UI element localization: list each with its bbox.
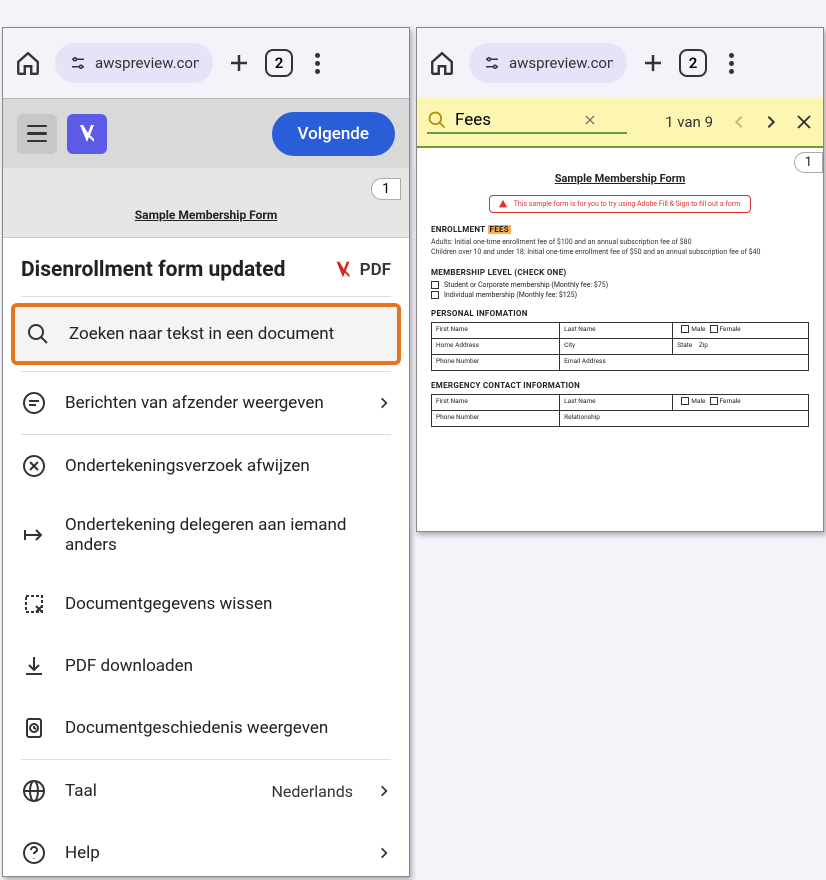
tab-switcher[interactable]: 2 (679, 49, 707, 77)
pdf-tag: PDF (332, 259, 391, 281)
globe-icon (21, 778, 47, 804)
menu-sender-messages[interactable]: Berichten van afzender weergeven (3, 372, 409, 434)
new-tab-icon[interactable] (641, 51, 665, 75)
document-title-preview: Sample Membership Form (135, 208, 277, 222)
browser-menu-icon[interactable] (721, 53, 741, 74)
home-icon[interactable] (429, 50, 455, 76)
membership-option-1: Student or Corporate membership (Monthly… (431, 281, 809, 289)
menu-clear-data[interactable]: Documentgegevens wissen (3, 573, 409, 635)
message-icon (21, 390, 47, 416)
membership-level-heading: MEMBERSHIP LEVEL (CHECK ONE) (431, 268, 809, 277)
menu-reject-signing[interactable]: Ondertekeningsverzoek afwijzen (3, 435, 409, 497)
chevron-right-icon (377, 396, 391, 410)
menu-language[interactable]: Taal Nederlands (3, 760, 409, 822)
options-sheet: Disenrollment form updated PDF Zoeken na… (3, 238, 409, 877)
url-text: awspreview.com (95, 54, 199, 72)
new-tab-icon[interactable] (227, 51, 251, 75)
personal-info-heading: PERSONAL INFOMATION (431, 309, 809, 318)
find-result-count: 1 van 9 (665, 113, 713, 131)
menu-help[interactable]: Help (3, 822, 409, 877)
menu-document-history[interactable]: Documentgeschiedenis weergeven (3, 697, 409, 759)
personal-info-table: First Name Last Name MaleFemale Home Add… (431, 322, 809, 371)
browser-menu-icon[interactable] (307, 53, 327, 74)
url-bar[interactable]: awspreview.com (55, 43, 213, 83)
language-value: Nederlands (271, 782, 353, 801)
pdf-icon (332, 259, 354, 281)
find-input[interactable] (455, 110, 575, 130)
acrobat-logo (67, 114, 107, 154)
document-preview-strip: 1 Sample Membership Form (3, 168, 409, 238)
emergency-contact-heading: EMERGENCY CONTACT INFORMATION (431, 381, 809, 390)
sample-notice: This sample form is for you to try using… (489, 195, 752, 213)
site-settings-icon (483, 54, 501, 72)
fees-adults-line: Adults: Initial one-time enrollment fee … (431, 238, 809, 248)
chevron-right-icon (377, 846, 391, 860)
browser-toolbar: awspreview.com 2 (417, 28, 823, 98)
menu-search-text[interactable]: Zoeken naar tekst in een document (11, 303, 401, 365)
search-icon (25, 321, 51, 347)
search-icon (427, 110, 447, 130)
find-next-icon[interactable] (763, 114, 779, 130)
menu-download-pdf[interactable]: PDF downloaden (3, 635, 409, 697)
clear-input-icon[interactable] (583, 113, 597, 127)
reject-icon (21, 453, 47, 479)
fees-children-line: Children over 10 and under 18: Initial o… (431, 248, 809, 258)
page-number-badge: 1 (794, 152, 823, 173)
right-phone-frame: awspreview.com 2 1 van 9 1 Sample Member… (416, 27, 824, 532)
find-prev-icon[interactable] (731, 114, 747, 130)
home-icon[interactable] (15, 50, 41, 76)
document-title: Sample Membership Form (431, 172, 809, 185)
site-settings-icon (69, 54, 87, 72)
left-phone-frame: awspreview.com 2 Volgende 1 Sample Membe… (2, 27, 410, 877)
url-bar[interactable]: awspreview.com (469, 43, 627, 83)
app-header: Volgende (3, 98, 409, 168)
warning-icon (498, 199, 508, 209)
sheet-title: Disenrollment form updated (21, 258, 285, 282)
url-text: awspreview.com (509, 54, 613, 72)
delegate-icon (21, 522, 47, 548)
find-in-page-bar: 1 van 9 (417, 98, 823, 148)
tab-switcher[interactable]: 2 (265, 49, 293, 77)
clear-icon (21, 591, 47, 617)
hamburger-menu[interactable] (17, 114, 57, 154)
close-find-icon[interactable] (795, 113, 813, 131)
enrollment-fees-heading: ENROLLMENT FEES (431, 225, 809, 234)
emergency-contact-table: First Name Last Name MaleFemale Phone Nu… (431, 394, 809, 427)
browser-toolbar: awspreview.com 2 (3, 28, 409, 98)
document-page[interactable]: 1 Sample Membership Form This sample for… (417, 148, 823, 528)
menu-delegate-signing[interactable]: Ondertekening delegeren aan iemand ander… (3, 497, 409, 573)
search-highlight: FEES (488, 225, 512, 234)
next-button[interactable]: Volgende (272, 112, 395, 156)
membership-option-2: Individual membership (Monthly fee: $125… (431, 291, 809, 299)
download-icon (21, 653, 47, 679)
chevron-right-icon (377, 784, 391, 798)
page-number-badge: 1 (371, 178, 401, 200)
help-icon (21, 840, 47, 866)
history-icon (21, 715, 47, 741)
